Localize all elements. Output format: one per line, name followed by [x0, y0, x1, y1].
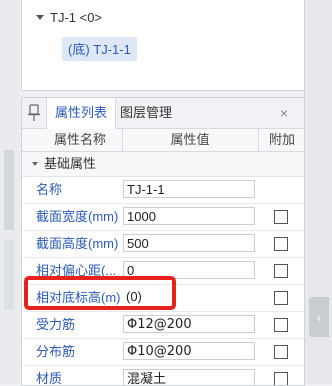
header-name: 属性名称	[53, 132, 106, 147]
property-row-main-rebar: 受力筋 Φ12@200	[22, 312, 304, 339]
grid-header: 属性名称 属性值 附加	[22, 129, 304, 152]
property-value-field[interactable]: 500	[123, 234, 255, 252]
append-checkbox[interactable]	[274, 210, 288, 224]
group-basic-properties[interactable]: 基础属性	[22, 152, 304, 177]
chevron-down-icon[interactable]	[36, 15, 44, 20]
property-value-field[interactable]: Φ12@200	[123, 315, 255, 333]
collapse-panel-button[interactable]: ‹	[309, 297, 329, 337]
left-panel-strip	[0, 0, 20, 384]
left-scroll-track-2	[4, 240, 14, 310]
append-checkbox[interactable]	[274, 345, 288, 359]
property-row-name: 名称 TJ-1-1	[22, 177, 304, 204]
tab-property-list[interactable]: 属性列表	[46, 98, 117, 129]
tab-bar: 属性列表 图层管理 ×	[22, 98, 304, 129]
property-name: 截面宽度(mm)	[36, 209, 119, 224]
append-checkbox[interactable]	[274, 237, 288, 251]
property-name: 名称	[36, 182, 63, 197]
property-name: 受力筋	[36, 317, 76, 332]
pin-icon[interactable]	[27, 104, 41, 122]
append-checkbox[interactable]	[274, 264, 288, 278]
property-name: 分布筋	[36, 344, 76, 359]
tree-root-label: TJ-1 <0>	[50, 10, 103, 25]
header-append: 附加	[258, 129, 304, 151]
tab-layer-management[interactable]: 图层管理	[112, 98, 180, 128]
header-value: 属性值	[122, 129, 257, 151]
property-name: 截面高度(mm)	[36, 236, 119, 251]
chevron-down-icon[interactable]	[32, 162, 38, 166]
left-scroll-track	[4, 150, 14, 230]
property-row-distribution-rebar: 分布筋 Φ10@200	[22, 339, 304, 366]
property-panel: 属性列表 图层管理 × 属性名称 属性值 附加 基础属性 名称 TJ-1-1 截…	[21, 97, 305, 386]
property-row-material: 材质 混凝土	[22, 366, 304, 386]
property-row-width: 截面宽度(mm) 1000	[22, 204, 304, 231]
highlight-annotation-box	[24, 276, 176, 310]
append-checkbox[interactable]	[274, 318, 288, 332]
component-tree-panel: TJ-1 <0> (底) TJ-1-1	[21, 0, 305, 91]
append-checkbox[interactable]	[274, 291, 288, 305]
property-value-field[interactable]: 1000	[123, 207, 255, 225]
close-icon[interactable]: ×	[280, 105, 288, 121]
tree-child-item-selected[interactable]: (底) TJ-1-1	[62, 37, 137, 61]
group-label: 基础属性	[44, 156, 97, 171]
property-value-field[interactable]: TJ-1-1	[123, 180, 255, 198]
property-value-field[interactable]: Φ10@200	[123, 342, 255, 360]
property-value-field[interactable]: 混凝土	[123, 369, 255, 385]
property-name: 材质	[36, 371, 63, 386]
tree-root-item[interactable]: TJ-1 <0>	[36, 10, 102, 25]
property-row-height: 截面高度(mm) 500	[22, 231, 304, 258]
